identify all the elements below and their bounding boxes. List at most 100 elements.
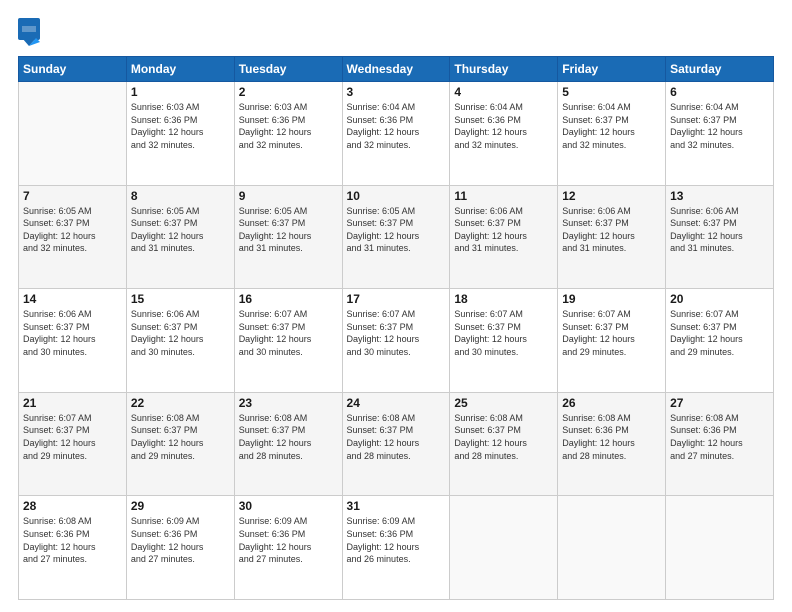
calendar-cell: 11 Sunrise: 6:06 AM Sunset: 6:37 PM Dayli…: [450, 185, 558, 289]
logo: [18, 18, 44, 46]
day-number: 10: [347, 189, 446, 203]
calendar-header-row: SundayMondayTuesdayWednesdayThursdayFrid…: [19, 57, 774, 82]
logo-icon: [18, 18, 40, 46]
day-info: Sunrise: 6:08 AM Sunset: 6:37 PM Dayligh…: [347, 412, 446, 462]
calendar-week-row: 7 Sunrise: 6:05 AM Sunset: 6:37 PM Daylig…: [19, 185, 774, 289]
day-info: Sunrise: 6:09 AM Sunset: 6:36 PM Dayligh…: [239, 515, 338, 565]
day-info: Sunrise: 6:07 AM Sunset: 6:37 PM Dayligh…: [454, 308, 553, 358]
calendar-cell: 2 Sunrise: 6:03 AM Sunset: 6:36 PM Daylig…: [234, 82, 342, 186]
calendar-cell: 25 Sunrise: 6:08 AM Sunset: 6:37 PM Dayli…: [450, 392, 558, 496]
calendar-cell: 4 Sunrise: 6:04 AM Sunset: 6:36 PM Daylig…: [450, 82, 558, 186]
day-info: Sunrise: 6:07 AM Sunset: 6:37 PM Dayligh…: [670, 308, 769, 358]
day-info: Sunrise: 6:05 AM Sunset: 6:37 PM Dayligh…: [239, 205, 338, 255]
day-info: Sunrise: 6:06 AM Sunset: 6:37 PM Dayligh…: [562, 205, 661, 255]
day-number: 27: [670, 396, 769, 410]
day-info: Sunrise: 6:07 AM Sunset: 6:37 PM Dayligh…: [347, 308, 446, 358]
day-number: 22: [131, 396, 230, 410]
calendar-cell: 17 Sunrise: 6:07 AM Sunset: 6:37 PM Dayli…: [342, 289, 450, 393]
day-number: 2: [239, 85, 338, 99]
calendar-cell: 19 Sunrise: 6:07 AM Sunset: 6:37 PM Dayli…: [558, 289, 666, 393]
day-info: Sunrise: 6:08 AM Sunset: 6:37 PM Dayligh…: [454, 412, 553, 462]
day-info: Sunrise: 6:08 AM Sunset: 6:37 PM Dayligh…: [131, 412, 230, 462]
day-number: 14: [23, 292, 122, 306]
header: [18, 18, 774, 46]
calendar-cell: [450, 496, 558, 600]
calendar-cell: 14Sunrise: 6:06 AM Sunset: 6:37 PM Dayli…: [19, 289, 127, 393]
calendar-cell: 22 Sunrise: 6:08 AM Sunset: 6:37 PM Dayli…: [126, 392, 234, 496]
calendar-cell: 3 Sunrise: 6:04 AM Sunset: 6:36 PM Daylig…: [342, 82, 450, 186]
calendar-cell: 10 Sunrise: 6:05 AM Sunset: 6:37 PM Dayli…: [342, 185, 450, 289]
day-info: Sunrise: 6:08 AM Sunset: 6:37 PM Dayligh…: [239, 412, 338, 462]
calendar-cell: 26 Sunrise: 6:08 AM Sunset: 6:36 PM Dayli…: [558, 392, 666, 496]
day-number: 21: [23, 396, 122, 410]
day-info: Sunrise: 6:04 AM Sunset: 6:36 PM Dayligh…: [347, 101, 446, 151]
day-number: 5: [562, 85, 661, 99]
day-number: 15: [131, 292, 230, 306]
day-number: 12: [562, 189, 661, 203]
day-info: Sunrise: 6:04 AM Sunset: 6:37 PM Dayligh…: [562, 101, 661, 151]
day-info: Sunrise: 6:03 AM Sunset: 6:36 PM Dayligh…: [239, 101, 338, 151]
calendar-cell: [558, 496, 666, 600]
day-info: Sunrise: 6:03 AM Sunset: 6:36 PM Dayligh…: [131, 101, 230, 151]
day-number: 7: [23, 189, 122, 203]
calendar-cell: 18 Sunrise: 6:07 AM Sunset: 6:37 PM Dayli…: [450, 289, 558, 393]
day-info: Sunrise: 6:06 AM Sunset: 6:37 PM Dayligh…: [454, 205, 553, 255]
day-number: 3: [347, 85, 446, 99]
day-info: Sunrise: 6:05 AM Sunset: 6:37 PM Dayligh…: [23, 205, 122, 255]
day-number: 19: [562, 292, 661, 306]
calendar-cell: 1 Sunrise: 6:03 AM Sunset: 6:36 PM Daylig…: [126, 82, 234, 186]
calendar-week-row: 14Sunrise: 6:06 AM Sunset: 6:37 PM Dayli…: [19, 289, 774, 393]
day-number: 13: [670, 189, 769, 203]
calendar-cell: 20 Sunrise: 6:07 AM Sunset: 6:37 PM Dayli…: [666, 289, 774, 393]
page: SundayMondayTuesdayWednesdayThursdayFrid…: [0, 0, 792, 612]
calendar-cell: 9 Sunrise: 6:05 AM Sunset: 6:37 PM Daylig…: [234, 185, 342, 289]
day-info: Sunrise: 6:04 AM Sunset: 6:36 PM Dayligh…: [454, 101, 553, 151]
day-number: 1: [131, 85, 230, 99]
weekday-header: Monday: [126, 57, 234, 82]
day-number: 17: [347, 292, 446, 306]
day-info: Sunrise: 6:09 AM Sunset: 6:36 PM Dayligh…: [131, 515, 230, 565]
day-info: Sunrise: 6:09 AM Sunset: 6:36 PM Dayligh…: [347, 515, 446, 565]
calendar-cell: [666, 496, 774, 600]
day-info: Sunrise: 6:06 AM Sunset: 6:37 PM Dayligh…: [670, 205, 769, 255]
calendar-cell: 7 Sunrise: 6:05 AM Sunset: 6:37 PM Daylig…: [19, 185, 127, 289]
calendar-cell: 30Sunrise: 6:09 AM Sunset: 6:36 PM Dayli…: [234, 496, 342, 600]
day-info: Sunrise: 6:05 AM Sunset: 6:37 PM Dayligh…: [131, 205, 230, 255]
day-info: Sunrise: 6:07 AM Sunset: 6:37 PM Dayligh…: [23, 412, 122, 462]
calendar-cell: 16Sunrise: 6:07 AM Sunset: 6:37 PM Dayli…: [234, 289, 342, 393]
day-info: Sunrise: 6:08 AM Sunset: 6:36 PM Dayligh…: [23, 515, 122, 565]
day-info: Sunrise: 6:08 AM Sunset: 6:36 PM Dayligh…: [562, 412, 661, 462]
day-number: 9: [239, 189, 338, 203]
day-number: 20: [670, 292, 769, 306]
day-number: 6: [670, 85, 769, 99]
calendar-cell: 31 Sunrise: 6:09 AM Sunset: 6:36 PM Dayli…: [342, 496, 450, 600]
day-info: Sunrise: 6:05 AM Sunset: 6:37 PM Dayligh…: [347, 205, 446, 255]
weekday-header: Sunday: [19, 57, 127, 82]
day-number: 8: [131, 189, 230, 203]
weekday-header: Thursday: [450, 57, 558, 82]
day-number: 16: [239, 292, 338, 306]
day-number: 24: [347, 396, 446, 410]
calendar-cell: 29Sunrise: 6:09 AM Sunset: 6:36 PM Dayli…: [126, 496, 234, 600]
calendar-cell: 6 Sunrise: 6:04 AM Sunset: 6:37 PM Daylig…: [666, 82, 774, 186]
day-number: 26: [562, 396, 661, 410]
weekday-header: Saturday: [666, 57, 774, 82]
calendar-cell: 15Sunrise: 6:06 AM Sunset: 6:37 PM Dayli…: [126, 289, 234, 393]
calendar-cell: 12 Sunrise: 6:06 AM Sunset: 6:37 PM Dayli…: [558, 185, 666, 289]
day-info: Sunrise: 6:07 AM Sunset: 6:37 PM Dayligh…: [562, 308, 661, 358]
calendar-cell: 28Sunrise: 6:08 AM Sunset: 6:36 PM Dayli…: [19, 496, 127, 600]
calendar-cell: 8 Sunrise: 6:05 AM Sunset: 6:37 PM Daylig…: [126, 185, 234, 289]
day-number: 31: [347, 499, 446, 513]
day-number: 23: [239, 396, 338, 410]
day-number: 4: [454, 85, 553, 99]
day-number: 11: [454, 189, 553, 203]
calendar-week-row: 21 Sunrise: 6:07 AM Sunset: 6:37 PM Dayli…: [19, 392, 774, 496]
calendar-cell: [19, 82, 127, 186]
calendar-cell: 27 Sunrise: 6:08 AM Sunset: 6:36 PM Dayli…: [666, 392, 774, 496]
day-number: 25: [454, 396, 553, 410]
calendar-week-row: 1 Sunrise: 6:03 AM Sunset: 6:36 PM Daylig…: [19, 82, 774, 186]
calendar-cell: 5 Sunrise: 6:04 AM Sunset: 6:37 PM Daylig…: [558, 82, 666, 186]
day-info: Sunrise: 6:04 AM Sunset: 6:37 PM Dayligh…: [670, 101, 769, 151]
day-number: 18: [454, 292, 553, 306]
day-info: Sunrise: 6:08 AM Sunset: 6:36 PM Dayligh…: [670, 412, 769, 462]
